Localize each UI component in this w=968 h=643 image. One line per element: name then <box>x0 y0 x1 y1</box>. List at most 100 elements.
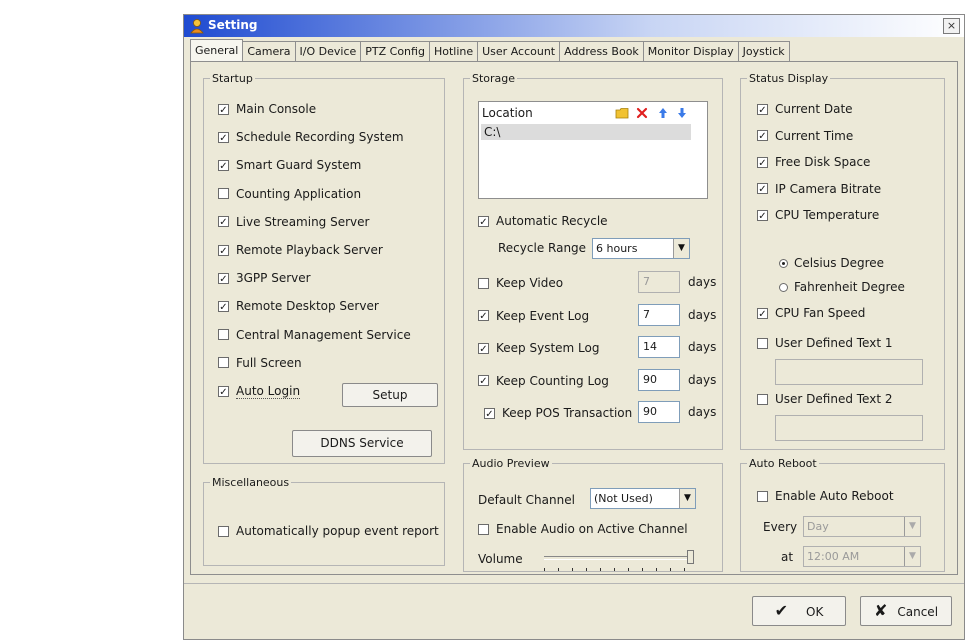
user-text1-checkbox[interactable]: User Defined Text 1 <box>757 335 893 351</box>
keep-video-checkbox[interactable]: Keep Video <box>478 275 563 291</box>
recycle-range-select[interactable]: 6 hours ▼ <box>592 238 690 259</box>
startup-smart-guard-system-checkbox[interactable]: ✓ Smart Guard System <box>218 157 361 173</box>
startup-remote-desktop-server-checkbox[interactable]: ✓ Remote Desktop Server <box>218 298 379 314</box>
cancel-button[interactable]: ✘ Cancel <box>860 596 952 626</box>
startup-full-screen-box[interactable] <box>218 357 229 369</box>
close-button[interactable]: × <box>943 18 960 34</box>
startup-live-streaming-server-checkbox[interactable]: ✓ Live Streaming Server <box>218 214 369 230</box>
keep-pos-transaction-box[interactable]: ✓ <box>484 407 495 420</box>
user-text1-box[interactable] <box>757 337 768 349</box>
user-text2-input[interactable] <box>775 415 923 441</box>
keep-event-log-days-input[interactable]: 7 <box>638 303 680 326</box>
status-cpu-temperature-box[interactable]: ✓ <box>757 209 768 222</box>
chevron-down-icon[interactable]: ▼ <box>673 239 689 258</box>
startup-auto-login-box[interactable]: ✓ <box>218 385 229 398</box>
status-free-disk-space-box[interactable]: ✓ <box>757 156 768 169</box>
startup-auto-login-checkbox[interactable]: ✓ Auto Login <box>218 383 301 399</box>
startup-group: Startup ✓ Main Console ✓ Schedule Recording… <box>203 72 445 464</box>
startup-central-management-service-box[interactable] <box>218 329 229 341</box>
chevron-down-icon[interactable]: ▼ <box>904 547 920 566</box>
automatic-recycle-box[interactable]: ✓ <box>478 215 489 228</box>
tab-io-device[interactable]: I/O Device <box>294 41 362 61</box>
startup-remote-playback-server-box[interactable]: ✓ <box>218 244 229 257</box>
user-text2-box[interactable] <box>757 393 768 405</box>
status-current-date-box[interactable]: ✓ <box>757 103 768 116</box>
startup-remote-desktop-server-box[interactable]: ✓ <box>218 300 229 313</box>
location-list[interactable]: Location C:\ <box>478 101 708 199</box>
popup-event-report-checkbox[interactable]: Automatically popup event report <box>218 523 439 539</box>
keep-system-log-checkbox[interactable]: ✓ Keep System Log <box>478 340 599 356</box>
automatic-recycle-checkbox[interactable]: ✓ Automatic Recycle <box>478 213 608 229</box>
status-ip-camera-bitrate-checkbox[interactable]: ✓ IP Camera Bitrate <box>757 181 881 197</box>
keep-counting-log-days-input[interactable]: 90 <box>638 368 680 391</box>
chevron-down-icon[interactable]: ▼ <box>679 489 695 508</box>
tab-user-account[interactable]: User Account <box>477 41 561 61</box>
title-bar[interactable]: Setting × <box>184 15 964 37</box>
celsius-radio[interactable]: Celsius Degree <box>779 255 884 271</box>
keep-video-days-input[interactable]: 7 <box>638 271 680 293</box>
user-text1-input[interactable] <box>775 359 923 385</box>
keep-counting-log-checkbox[interactable]: ✓ Keep Counting Log <box>478 373 609 389</box>
enable-audio-box[interactable] <box>478 523 489 535</box>
celsius-radio-dot[interactable] <box>779 258 788 268</box>
move-up-icon[interactable] <box>658 107 668 119</box>
move-down-icon[interactable] <box>677 107 687 119</box>
startup-smart-guard-system-box[interactable]: ✓ <box>218 159 229 172</box>
setup-button[interactable]: Setup <box>342 383 438 407</box>
enable-auto-reboot-checkbox[interactable]: Enable Auto Reboot <box>757 488 894 504</box>
keep-pos-transaction-days-input[interactable]: 90 <box>638 401 680 423</box>
startup-3gpp-server-checkbox[interactable]: ✓ 3GPP Server <box>218 270 311 286</box>
cpu-fan-speed-checkbox[interactable]: ✓ CPU Fan Speed <box>757 305 865 321</box>
tab-joystick[interactable]: Joystick <box>737 41 790 61</box>
status-current-date-checkbox[interactable]: ✓ Current Date <box>757 101 853 117</box>
ddns-service-button[interactable]: DDNS Service <box>292 430 432 457</box>
delete-icon[interactable] <box>636 107 648 119</box>
status-cpu-temperature-label: CPU Temperature <box>775 208 880 222</box>
keep-pos-transaction-checkbox[interactable]: ✓ Keep POS Transaction <box>484 405 632 421</box>
popup-event-report-box[interactable] <box>218 525 229 537</box>
startup-schedule-recording-system-checkbox[interactable]: ✓ Schedule Recording System <box>218 129 404 145</box>
default-channel-select[interactable]: (Not Used) ▼ <box>590 488 696 509</box>
location-row[interactable]: C:\ <box>481 124 691 140</box>
fahrenheit-radio-dot[interactable] <box>779 282 788 292</box>
enable-audio-checkbox[interactable]: Enable Audio on Active Channel <box>478 521 688 537</box>
startup-central-management-service-checkbox[interactable]: Central Management Service <box>218 327 411 343</box>
startup-full-screen-checkbox[interactable]: Full Screen <box>218 355 302 371</box>
chevron-down-icon[interactable]: ▼ <box>904 517 920 536</box>
startup-main-console-checkbox[interactable]: ✓ Main Console <box>218 101 316 117</box>
every-select[interactable]: Day ▼ <box>803 516 921 537</box>
status-current-time-box[interactable]: ✓ <box>757 130 768 142</box>
tab-general[interactable]: General <box>190 39 244 61</box>
user-text2-checkbox[interactable]: User Defined Text 2 <box>757 391 893 407</box>
status-current-time-checkbox[interactable]: ✓ Current Time <box>757 128 853 144</box>
keep-event-log-box[interactable]: ✓ <box>478 310 489 322</box>
startup-3gpp-server-box[interactable]: ✓ <box>218 272 229 285</box>
cpu-fan-speed-box[interactable]: ✓ <box>757 307 768 320</box>
status-cpu-temperature-checkbox[interactable]: ✓ CPU Temperature <box>757 207 879 223</box>
at-time-select[interactable]: 12:00 AM ▼ <box>803 546 921 567</box>
enable-auto-reboot-box[interactable] <box>757 490 768 502</box>
volume-thumb[interactable] <box>687 550 694 564</box>
tab-camera[interactable]: Camera <box>242 41 296 61</box>
tab-monitor-display[interactable]: Monitor Display <box>642 41 739 61</box>
startup-remote-playback-server-checkbox[interactable]: ✓ Remote Playback Server <box>218 242 383 258</box>
volume-slider[interactable] <box>544 550 694 574</box>
status-free-disk-space-checkbox[interactable]: ✓ Free Disk Space <box>757 154 870 170</box>
tab-address-book[interactable]: Address Book <box>559 41 644 61</box>
startup-main-console-box[interactable]: ✓ <box>218 103 229 116</box>
startup-counting-application-box[interactable] <box>218 188 229 200</box>
status-ip-camera-bitrate-box[interactable]: ✓ <box>757 183 768 195</box>
keep-event-log-checkbox[interactable]: ✓ Keep Event Log <box>478 308 589 324</box>
keep-system-log-days-input[interactable]: 14 <box>638 336 680 358</box>
keep-counting-log-box[interactable]: ✓ <box>478 375 489 387</box>
fahrenheit-radio[interactable]: Fahrenheit Degree <box>779 279 905 295</box>
ok-button[interactable]: ✔ OK <box>752 596 846 626</box>
startup-schedule-recording-system-box[interactable]: ✓ <box>218 131 229 144</box>
startup-counting-application-checkbox[interactable]: Counting Application <box>218 186 361 202</box>
keep-system-log-box[interactable]: ✓ <box>478 342 489 355</box>
tab-hotline[interactable]: Hotline <box>428 41 479 61</box>
folder-icon[interactable] <box>615 107 629 119</box>
startup-live-streaming-server-box[interactable]: ✓ <box>218 216 229 228</box>
keep-video-box[interactable] <box>478 277 489 289</box>
tab-ptz-config[interactable]: PTZ Config <box>360 41 430 61</box>
